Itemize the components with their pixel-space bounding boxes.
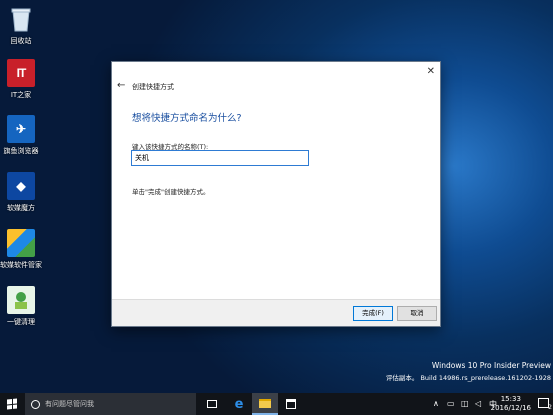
search-placeholder: 有问题尽管问我 xyxy=(45,400,94,408)
chevron-up-icon[interactable]: ∧ xyxy=(433,399,439,408)
battery-icon[interactable]: ▭ xyxy=(447,399,455,408)
dialog-title: 创建快捷方式 xyxy=(132,83,174,91)
close-icon[interactable]: ✕ xyxy=(427,66,435,77)
start-button[interactable] xyxy=(0,393,24,415)
taskbar: 有问题尽管问我 e ∧ ▭ ◫ ◁ 中 15:33 2016/12/16 2 xyxy=(0,393,553,415)
desktop-icon-ruanmei-mofang[interactable]: ◆ 软媒魔方 xyxy=(0,172,42,213)
desktop-icon-label: 回收站 xyxy=(10,37,32,45)
desktop-icon-label: 软媒软件管家 xyxy=(0,261,42,269)
ruanmei-mofang-icon: ◆ xyxy=(7,172,35,200)
desktop-icon-label: 软媒魔方 xyxy=(7,204,35,212)
finish-button[interactable]: 完成(F) xyxy=(353,306,393,321)
action-center-icon[interactable]: 2 xyxy=(538,398,552,411)
desktop-icon-recycle-bin[interactable]: 回收站 xyxy=(0,5,42,46)
notification-count-badge: 2 xyxy=(548,404,552,411)
store-icon xyxy=(286,399,296,409)
desktop-icon-sailfish-browser[interactable]: ✈ 旗鱼浏览器 xyxy=(0,115,42,156)
software-manager-icon xyxy=(7,229,35,257)
volume-icon[interactable]: ◁ xyxy=(475,399,481,408)
folder-icon xyxy=(259,398,271,408)
desktop-icon-label: 一键清理 xyxy=(7,318,35,326)
cortana-search-box[interactable]: 有问题尽管问我 xyxy=(25,393,196,415)
edge-taskbar-button[interactable]: e xyxy=(226,393,252,415)
cortana-icon xyxy=(31,399,40,409)
dialog-heading: 想将快捷方式命名为什么? xyxy=(132,113,242,124)
one-click-clean-icon xyxy=(7,286,35,314)
desktop-icon-ithome[interactable]: IT IT之家 xyxy=(0,59,42,100)
dialog-footer: 完成(F) 取消 xyxy=(112,299,440,326)
desktop-icon-label: IT之家 xyxy=(10,91,32,99)
ithome-icon: IT xyxy=(7,59,35,87)
task-view-icon xyxy=(207,400,217,408)
clock-date: 2016/12/16 xyxy=(490,404,531,412)
store-taskbar-button[interactable] xyxy=(278,393,304,415)
desktop-icon-software-manager[interactable]: 软媒软件管家 xyxy=(0,229,42,270)
file-explorer-taskbar-button[interactable] xyxy=(252,393,278,415)
cancel-button[interactable]: 取消 xyxy=(397,306,437,321)
recycle-bin-icon xyxy=(7,5,35,33)
edge-icon: e xyxy=(234,396,244,412)
sailfish-browser-icon: ✈ xyxy=(7,115,35,143)
windows-logo-icon xyxy=(7,398,17,410)
dialog-hint: 单击"完成"创建快捷方式。 xyxy=(132,188,210,196)
back-arrow-icon[interactable]: ← xyxy=(117,80,125,91)
build-watermark-line1: Windows 10 Pro Insider Preview xyxy=(431,361,551,370)
task-view-button[interactable] xyxy=(199,393,225,415)
dialog-titlebar: ← 创建快捷方式 ✕ xyxy=(112,62,440,91)
clock-time: 15:33 xyxy=(500,395,521,403)
desktop-icon-label: 旗鱼浏览器 xyxy=(3,147,39,155)
shortcut-name-input[interactable] xyxy=(131,150,309,166)
build-watermark-line2: 评估副本。 Build 14986.rs_prerelease.161202-1… xyxy=(385,374,551,382)
desktop-icon-one-click-clean[interactable]: 一键清理 xyxy=(0,286,42,327)
network-icon[interactable]: ◫ xyxy=(461,399,469,408)
taskbar-clock[interactable]: 15:33 2016/12/16 xyxy=(491,395,531,413)
create-shortcut-dialog: ← 创建快捷方式 ✕ 想将快捷方式命名为什么? 键入该快捷方式的名称(T): 单… xyxy=(111,61,441,327)
